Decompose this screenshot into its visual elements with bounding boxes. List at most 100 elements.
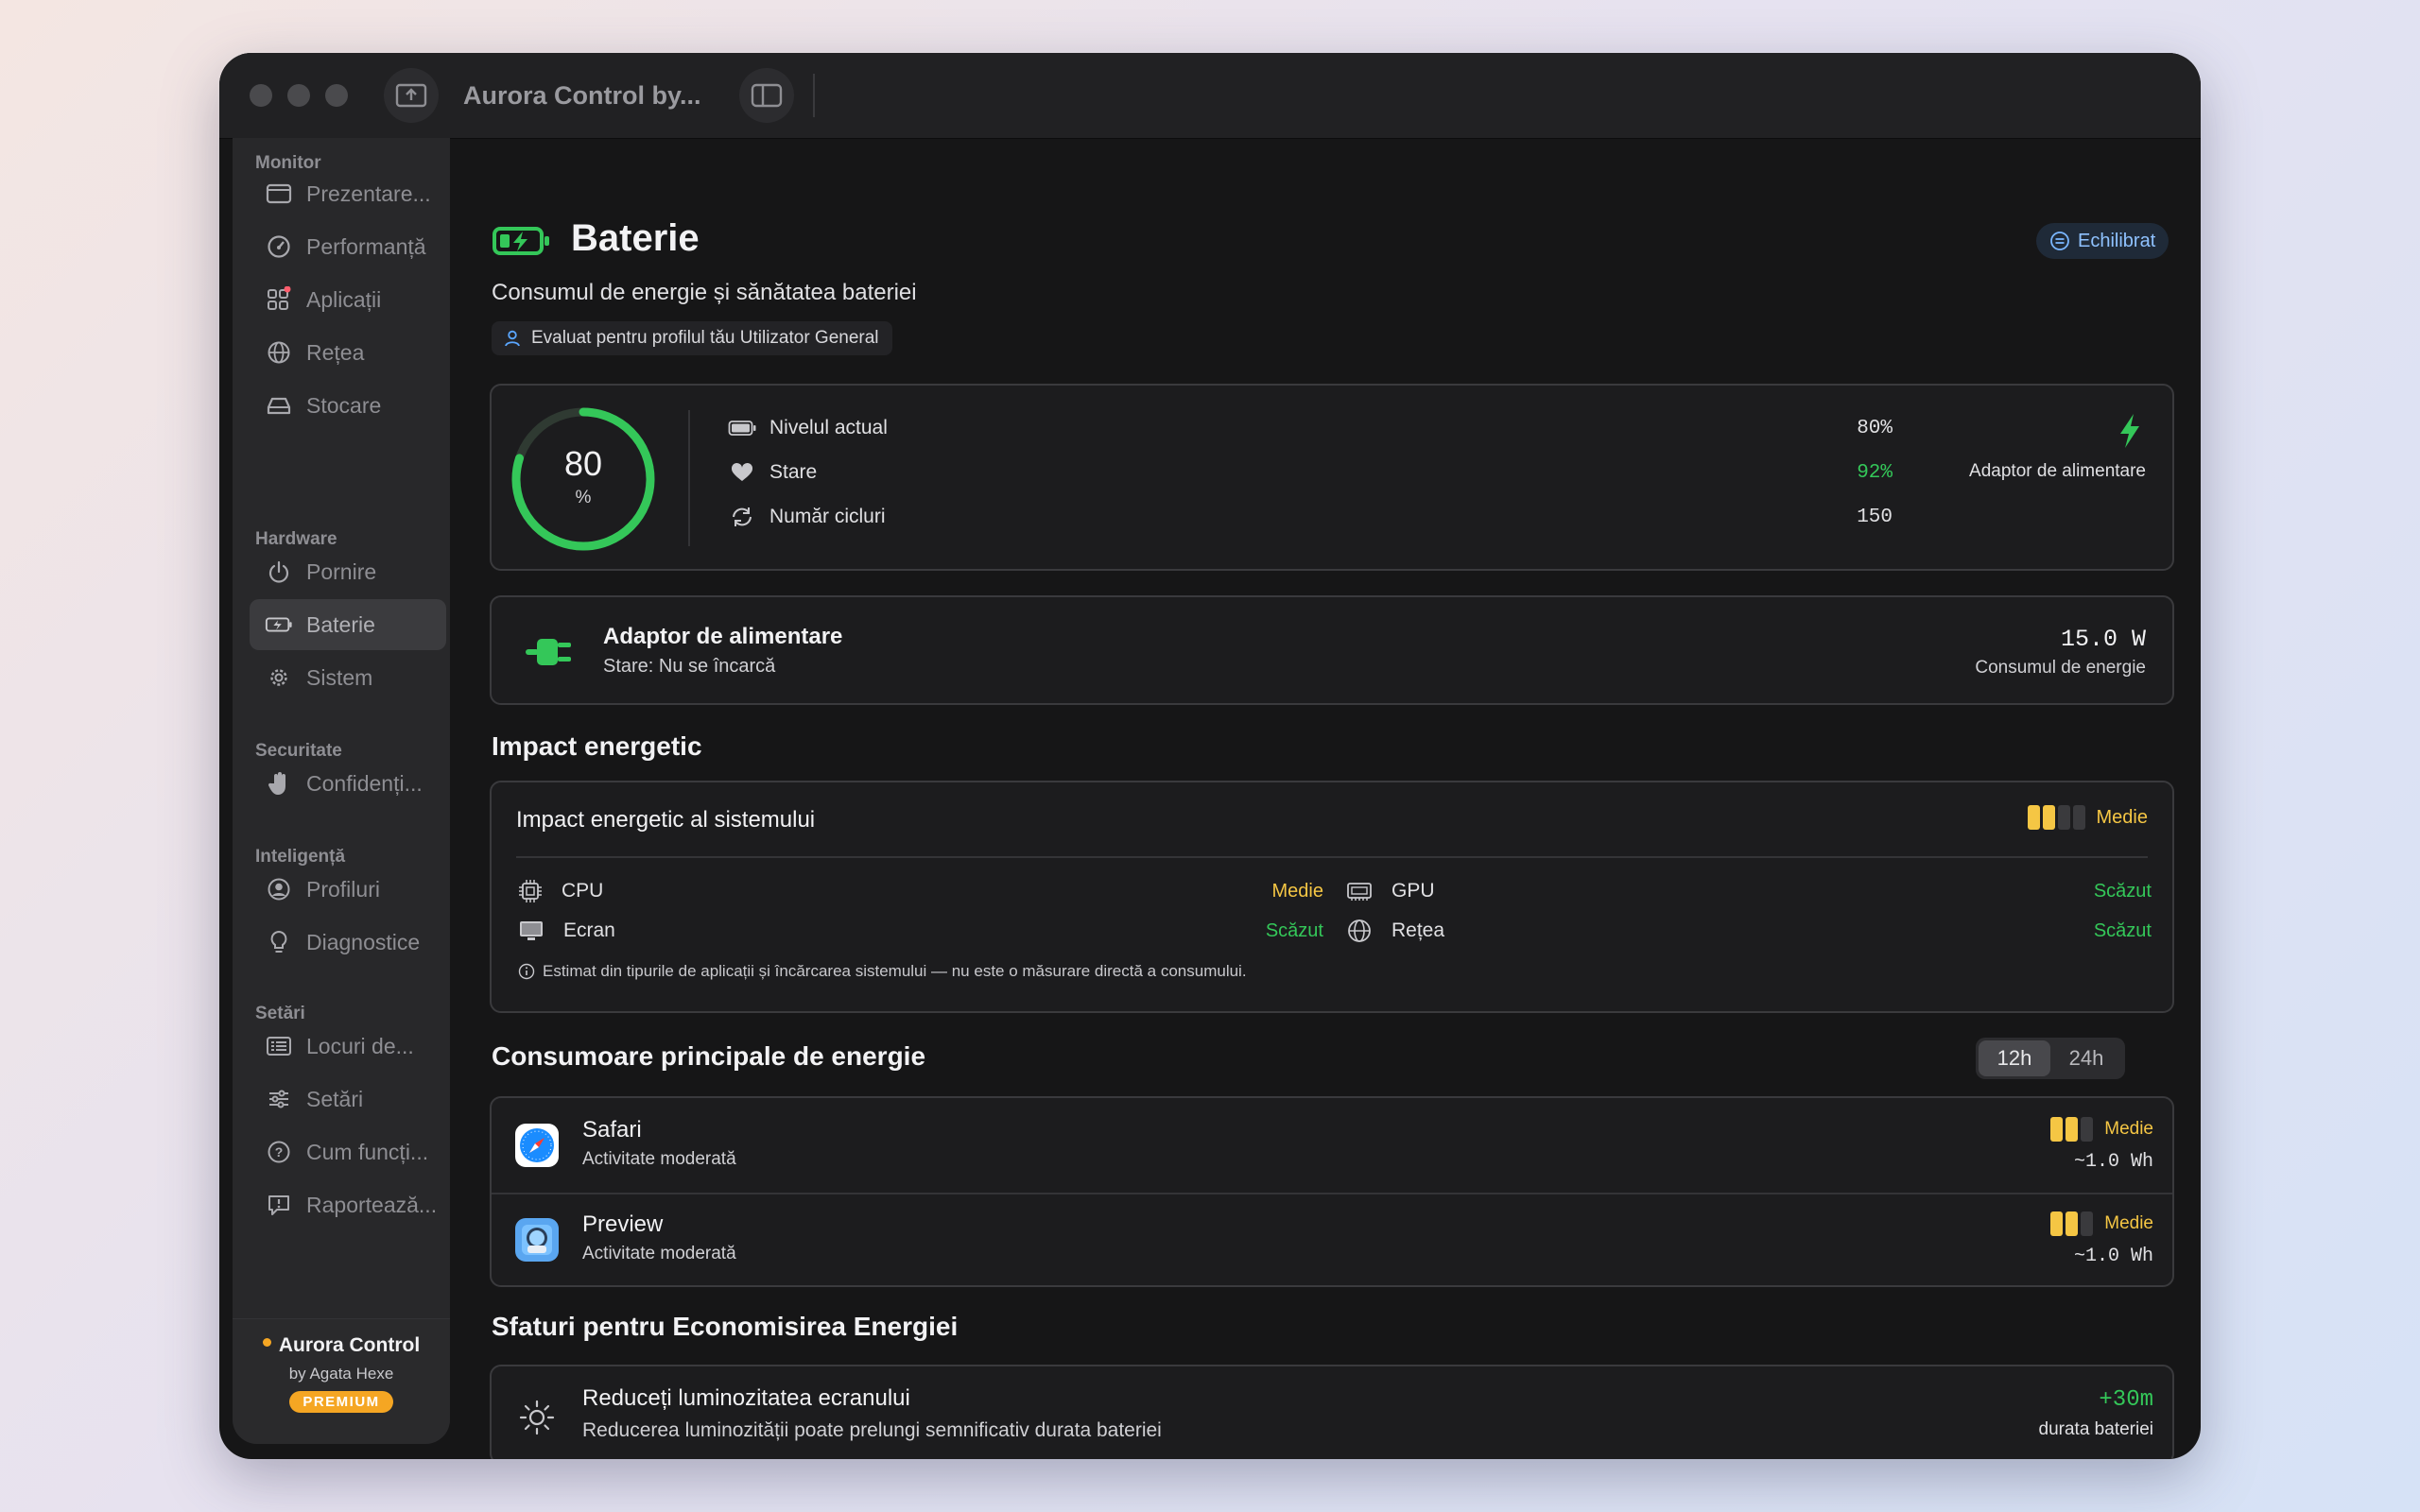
window-title: Aurora Control by...: [463, 81, 701, 110]
heart-icon: [731, 462, 753, 481]
premium-badge: PREMIUM: [289, 1391, 393, 1413]
adapter-power-value: 15.0 W: [2060, 626, 2146, 653]
sidebar-item-how-it-works[interactable]: ? Cum funcți...: [250, 1126, 446, 1177]
consumer-row-safari[interactable]: Safari Activitate moderată Medie ~1.0 Wh: [492, 1098, 2172, 1194]
safari-icon: [515, 1124, 559, 1167]
tab-24h[interactable]: 24h: [2050, 1040, 2122, 1076]
sidebar-item-diagnostics[interactable]: Diagnostice: [250, 917, 446, 968]
impact-row-label: Rețea: [1392, 919, 1445, 941]
tip-card-brightness[interactable]: Reduceți luminozitatea ecranului Reducer…: [490, 1365, 2174, 1459]
power-plug-icon: [526, 639, 571, 665]
svg-text:?: ?: [275, 1144, 284, 1160]
sidebar-item-label: Profiluri: [306, 876, 380, 902]
sidebar-item-apps[interactable]: Aplicații: [250, 274, 446, 325]
hand-icon: [265, 769, 293, 798]
sidebar-item-label: Setări: [306, 1086, 364, 1111]
globe-icon: [1348, 919, 1371, 942]
sidebar-item-report[interactable]: Raportează...: [250, 1179, 446, 1230]
impact-row-cpu: CPU Medie: [518, 875, 1323, 907]
person-icon: [505, 330, 520, 347]
page-subtitle: Consumul de energie și sănătatea baterie…: [492, 280, 917, 305]
battery-row-label: Stare: [769, 461, 818, 483]
consumer-impact: Medie: [2050, 1211, 2153, 1236]
power-source-label: Adaptor de alimentare: [1969, 461, 2146, 481]
impact-meter: [2027, 805, 2085, 830]
impact-row-label: CPU: [562, 880, 604, 902]
question-icon: ?: [265, 1138, 293, 1166]
sidebar: Monitor Prezentare... Performanță Aplica…: [233, 138, 450, 1444]
sidebar-item-network[interactable]: Rețea: [250, 327, 446, 378]
tip-gain-label: durata bateriei: [2038, 1419, 2153, 1439]
battery-row-cycles: Număr cicluri 150: [728, 501, 1893, 533]
vertical-divider: [688, 410, 690, 546]
sidebar-item-battery[interactable]: Baterie: [250, 599, 446, 650]
impact-row-label: GPU: [1392, 880, 1435, 902]
consumers-section-title: Consumoare principale de energie: [492, 1041, 926, 1071]
sidebar-item-places[interactable]: Locuri de...: [250, 1021, 446, 1072]
power-icon: [265, 558, 293, 586]
minimize-window-button[interactable]: [287, 84, 310, 107]
tab-12h[interactable]: 12h: [1979, 1040, 2050, 1076]
sidebar-item-privacy[interactable]: Confidenți...: [250, 758, 446, 809]
battery-row-value: 80%: [1857, 417, 1893, 439]
sidebar-item-startup[interactable]: Pornire: [250, 546, 446, 597]
sidebar-footer: Aurora Control by Agata Hexe PREMIUM: [233, 1318, 450, 1444]
sidebar-item-label: Aplicații: [306, 286, 382, 312]
sidebar-item-overview[interactable]: Prezentare...: [250, 168, 446, 219]
title-bar: Aurora Control by...: [219, 53, 2201, 139]
battery-status-card: 80 % Nivelul actual 80% Stare 92% Număr …: [490, 384, 2174, 571]
toggle-sidebar-button[interactable]: [739, 68, 794, 123]
info-icon: [518, 963, 535, 980]
sidebar-item-profiles[interactable]: Profiluri: [250, 864, 446, 915]
close-window-button[interactable]: [250, 84, 272, 107]
sidebar-item-system[interactable]: Sistem: [250, 652, 446, 703]
sidebar-item-label: Rețea: [306, 339, 365, 365]
impact-row-value: Medie: [1271, 880, 1323, 902]
battery-level-unit: %: [575, 488, 592, 507]
status-dot-icon: [262, 1337, 271, 1347]
sidebar-icon: [751, 83, 783, 108]
balance-icon: [2050, 232, 2069, 250]
tray-upload-icon: [395, 83, 427, 108]
power-mode-badge[interactable]: Echilibrat: [2036, 223, 2169, 259]
consumer-row-preview[interactable]: Preview Activitate moderată Medie ~1.0 W…: [492, 1194, 2172, 1285]
time-range-segmented-control: 12h 24h: [1976, 1038, 2125, 1079]
gauge-icon: [265, 232, 293, 261]
brand-label: Aurora Control: [278, 1334, 421, 1356]
sidebar-item-storage[interactable]: Stocare: [250, 380, 446, 431]
sidebar-item-label: Locuri de...: [306, 1033, 414, 1058]
profile-chip: Evaluat pentru profilul tău Utilizator G…: [492, 321, 892, 355]
battery-row-level: Nivelul actual 80%: [728, 412, 1893, 444]
battery-level-value: 80: [563, 444, 603, 483]
battery-row-value: 150: [1857, 506, 1893, 528]
power-adapter-card: Adaptor de alimentare Stare: Nu se încar…: [490, 595, 2174, 705]
adapter-power-label: Consumul de energie: [1975, 658, 2146, 678]
list-icon: [265, 1032, 293, 1060]
sidebar-item-label: Diagnostice: [306, 929, 421, 954]
sidebar-item-label: Confidenți...: [306, 770, 423, 796]
consumer-energy: ~1.0 Wh: [2073, 1151, 2153, 1173]
impact-section-title: Impact energetic: [492, 731, 702, 761]
share-button[interactable]: [384, 68, 439, 123]
battery-row-label: Număr cicluri: [769, 506, 886, 527]
sidebar-item-label: Raportează...: [306, 1192, 438, 1217]
sidebar-item-performance[interactable]: Performanță: [250, 221, 446, 272]
consumer-activity: Activitate moderată: [582, 1244, 736, 1263]
person-circle-icon: [265, 875, 293, 903]
impact-row-network: Rețea Scăzut: [1346, 915, 2152, 947]
consumer-impact: Medie: [2050, 1117, 2153, 1142]
gpu-icon: [1347, 883, 1372, 901]
adapter-status: Stare: Nu se încarcă: [603, 656, 776, 677]
zoom-window-button[interactable]: [325, 84, 348, 107]
battery-icon: [728, 421, 756, 436]
lightbulb-icon: [265, 928, 293, 956]
gear-icon: [265, 663, 293, 692]
cpu-icon: [519, 880, 542, 902]
sidebar-item-settings[interactable]: Setări: [250, 1074, 446, 1125]
sliders-icon: [265, 1085, 293, 1113]
bolt-icon: [2120, 414, 2139, 448]
impact-row-display: Ecran Scăzut: [518, 915, 1323, 947]
impact-card-title: Impact energetic al sistemului: [516, 807, 816, 833]
impact-row-value: Scăzut: [2093, 919, 2152, 941]
feedback-icon: [265, 1191, 293, 1219]
